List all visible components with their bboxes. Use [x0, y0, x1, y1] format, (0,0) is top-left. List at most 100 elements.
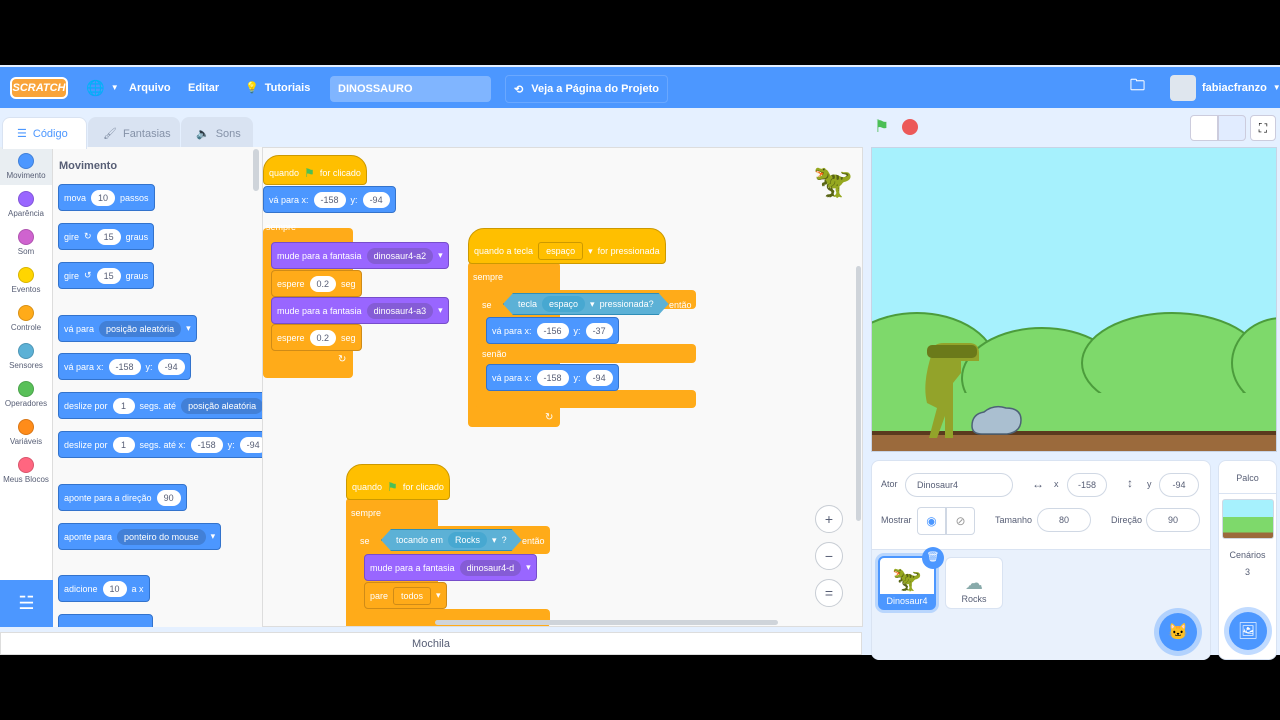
- size-input[interactable]: 80: [1037, 508, 1091, 532]
- block-dropdown[interactable]: dinosaur4-d: [459, 559, 522, 576]
- add-backdrop-button[interactable]: 🖼: [1229, 612, 1267, 650]
- block-input[interactable]: -94: [239, 436, 262, 453]
- block-input[interactable]: 15: [96, 267, 121, 284]
- block-input[interactable]: 0.2: [309, 275, 337, 292]
- add-sprite-button[interactable]: 🐱: [1159, 613, 1197, 651]
- block-input[interactable]: -158: [108, 358, 141, 375]
- goto-xy-block[interactable]: vá para x: -158 y: -94: [486, 364, 619, 391]
- block-change-x[interactable]: adicione 10 a x: [58, 575, 150, 602]
- block-goto-xy[interactable]: vá para x: -158 y: -94: [58, 353, 191, 380]
- large-stage-button[interactable]: [1218, 115, 1246, 141]
- project-title-input[interactable]: DINOSSAURO: [330, 76, 491, 102]
- add-extension-button[interactable]: ☱: [0, 580, 53, 627]
- block-input[interactable]: 1: [112, 397, 135, 414]
- block-input[interactable]: 10: [102, 580, 127, 597]
- y-input[interactable]: -94: [1159, 473, 1199, 497]
- block-input[interactable]: -156: [536, 322, 569, 339]
- wait-block[interactable]: espere 0.2 seg: [271, 324, 362, 351]
- block-input[interactable]: -158: [536, 369, 569, 386]
- account-menu[interactable]: fabiacfranzo ▼: [1170, 67, 1280, 108]
- block-input[interactable]: 15: [96, 228, 121, 245]
- block-point-direction[interactable]: aponte para a direção 90: [58, 484, 187, 511]
- palette-scrollbar[interactable]: [253, 149, 259, 191]
- block-dropdown[interactable]: posição aleatória: [99, 320, 182, 337]
- block-input[interactable]: 1: [112, 436, 135, 453]
- wait-block[interactable]: espere 0.2 seg: [271, 270, 362, 297]
- key-pressed-boolean[interactable]: tecla espaço ▾ pressionada?: [503, 293, 669, 315]
- zoom-in-icon[interactable]: +: [815, 505, 843, 533]
- see-project-page-button[interactable]: ⟲ Veja a Página do Projeto: [505, 75, 668, 103]
- backpack[interactable]: Mochila: [0, 632, 862, 655]
- category-variables[interactable]: Variáveis: [0, 413, 52, 451]
- scratch-logo[interactable]: SCRATCH: [10, 77, 68, 99]
- block-input[interactable]: -158: [190, 436, 223, 453]
- delete-sprite-icon[interactable]: 🗑: [922, 547, 944, 569]
- x-input[interactable]: -158: [1067, 473, 1107, 497]
- when-key-pressed-hat[interactable]: quando a tecla espaço ▾ for pressionada: [468, 228, 666, 264]
- green-flag-icon[interactable]: ⚑: [874, 117, 889, 137]
- block-input[interactable]: 90: [156, 489, 181, 506]
- stage[interactable]: [871, 147, 1277, 452]
- block-point-towards[interactable]: aponte para ponteiro do mouse ▾: [58, 523, 222, 550]
- block-dropdown[interactable]: Rocks: [448, 532, 487, 548]
- block-glide[interactable]: deslize por 1 segs. até posição aleatória: [58, 392, 262, 419]
- stop-block[interactable]: pare todos ▾: [364, 582, 447, 609]
- zoom-out-icon[interactable]: −: [815, 542, 843, 570]
- when-flag-clicked-hat-s3[interactable]: quando ⚑ for clicado: [346, 464, 450, 500]
- sprite-thumb-rocks[interactable]: ☁ Rocks: [945, 557, 1003, 609]
- block-dropdown[interactable]: espaço: [542, 296, 585, 312]
- language-menu[interactable]: 🌐 ▼: [86, 67, 119, 108]
- horizontal-scrollbar[interactable]: [435, 620, 778, 625]
- category-sound[interactable]: Som: [0, 223, 52, 261]
- block-input[interactable]: -158: [313, 191, 346, 208]
- hide-eye-icon[interactable]: ⊘: [946, 507, 975, 535]
- switch-costume-block[interactable]: mude para a fantasia dinosaur4-d ▾: [364, 554, 537, 581]
- backdrop-thumbnail[interactable]: [1222, 499, 1274, 539]
- category-motion[interactable]: Movimento: [0, 147, 52, 185]
- switch-costume-block[interactable]: mude para a fantasia dinosaur4-a3 ▾: [271, 297, 449, 324]
- tutorials-button[interactable]: 💡 Tutoriais: [245, 67, 310, 108]
- block-input[interactable]: 0.2: [309, 329, 337, 346]
- touching-boolean[interactable]: tocando em Rocks ▾?: [381, 529, 522, 551]
- small-stage-button[interactable]: [1190, 115, 1218, 141]
- block-input[interactable]: 10: [91, 189, 116, 206]
- file-menu[interactable]: Arquivo: [129, 67, 171, 108]
- block-turn-left[interactable]: gire ↺ 15 graus: [58, 262, 155, 289]
- stop-icon[interactable]: [902, 119, 918, 135]
- tab-costumes[interactable]: 🖌 Fantasias: [88, 117, 180, 149]
- tab-code[interactable]: ☰ Código: [2, 117, 87, 149]
- category-sensing[interactable]: Sensores: [0, 337, 52, 375]
- category-operators[interactable]: Operadores: [0, 375, 52, 413]
- block-turn-right[interactable]: gire ↻ 15 graus: [58, 223, 155, 250]
- goto-xy-block[interactable]: vá para x: -158 y: -94: [263, 186, 396, 213]
- show-eye-icon[interactable]: ◉: [917, 507, 946, 535]
- block-dropdown[interactable]: ponteiro do mouse: [117, 528, 206, 545]
- edit-menu[interactable]: Editar: [188, 67, 219, 108]
- block-dropdown[interactable]: espaço: [538, 242, 584, 260]
- block-dropdown[interactable]: dinosaur4-a2: [366, 247, 434, 264]
- block-dropdown[interactable]: dinosaur4-a3: [366, 302, 434, 319]
- block-partial[interactable]: [58, 614, 153, 627]
- block-dropdown[interactable]: posição aleatória: [181, 397, 262, 414]
- folder-icon[interactable]: 🗀: [1130, 67, 1145, 108]
- fullscreen-icon[interactable]: ⛶: [1250, 115, 1276, 141]
- tab-sounds[interactable]: 🔈 Sons: [181, 117, 253, 149]
- category-my-blocks[interactable]: Meus Blocos: [0, 451, 52, 489]
- category-looks[interactable]: Aparência: [0, 185, 52, 223]
- category-events[interactable]: Eventos: [0, 261, 52, 299]
- block-input[interactable]: -37: [585, 322, 613, 339]
- zoom-reset-icon[interactable]: =: [815, 579, 843, 607]
- when-flag-clicked-hat-s1[interactable]: quando ⚑ for clicado: [263, 155, 367, 185]
- block-move[interactable]: mova 10 passos: [58, 184, 155, 211]
- direction-input[interactable]: 90: [1146, 508, 1200, 532]
- block-input[interactable]: -94: [157, 358, 185, 375]
- block-input[interactable]: -94: [585, 369, 613, 386]
- script-workspace[interactable]: quando ⚑ for clicado vá para x: -158 y: -94 s…: [263, 147, 863, 627]
- block-dropdown[interactable]: todos: [393, 586, 432, 605]
- block-glide-xy[interactable]: deslize por 1 segs. até x: -158 y: -94: [58, 431, 262, 458]
- goto-xy-block[interactable]: vá para x: -156 y: -37: [486, 317, 619, 344]
- switch-costume-block[interactable]: mude para a fantasia dinosaur4-a2 ▾: [271, 242, 449, 269]
- block-goto[interactable]: vá para posição aleatória ▾: [58, 315, 197, 342]
- block-input[interactable]: -94: [362, 191, 390, 208]
- vertical-scrollbar[interactable]: [856, 266, 861, 521]
